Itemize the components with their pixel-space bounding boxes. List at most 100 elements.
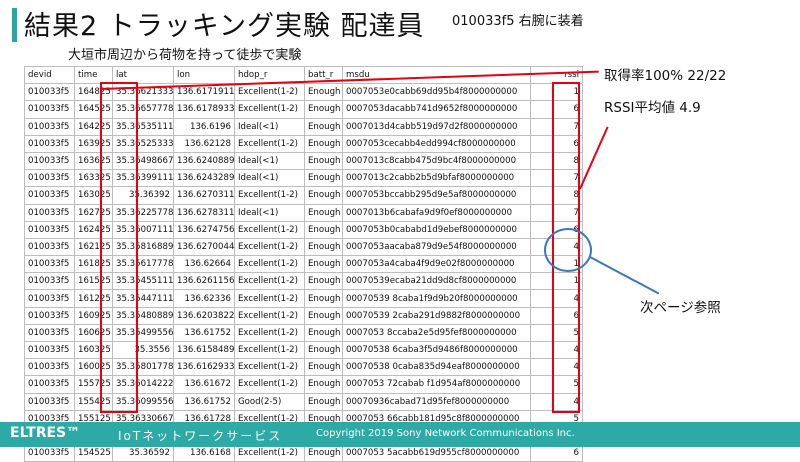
- cell-lon: 136.6261156: [173, 272, 235, 291]
- cell-devid: 010033f5: [24, 220, 75, 239]
- rssi-callout-line: [579, 126, 609, 190]
- cell-batt: Enough: [304, 306, 343, 325]
- cell-lon: 136.6168: [173, 444, 235, 462]
- cell-batt: Enough: [304, 186, 343, 205]
- cell-batt: Enough: [304, 358, 343, 377]
- cell-msdu: 0007013c2cabb2b5d9bfaf8000000000: [342, 169, 531, 188]
- cell-hdop: Excellent(1-2): [234, 237, 305, 257]
- cell-hdop: Ideal(<1): [234, 117, 305, 136]
- column-header-lon: lon: [173, 65, 235, 85]
- cell-batt: Enough: [304, 255, 343, 274]
- rssi-average-label: RSSI平均値 4.9: [604, 100, 701, 116]
- cell-lon: 136.6270311: [173, 186, 235, 205]
- table-row: 010033f5 154525 35.36592 136.6168 Excellent(…: [24, 444, 583, 462]
- cell-msdu: 0007013b6cabafa9d9f0ef8000000000: [342, 203, 531, 222]
- cell-msdu: 00070936cabad71d95fef8000000000: [342, 392, 531, 411]
- cell-hdop: Ideal(<1): [234, 169, 305, 188]
- cell-lon: 136.6162933: [173, 358, 235, 377]
- cell-rssi: 6: [530, 444, 583, 462]
- cell-msdu: 0007053 72cabab f1d954af8000000000: [342, 375, 531, 394]
- cell-lon: 136.6270044: [173, 237, 235, 257]
- cell-batt: Enough: [304, 272, 343, 291]
- cell-batt: Enough: [304, 83, 343, 102]
- page-title: 結果2 トラッキング実験 配達員: [24, 11, 425, 42]
- cell-msdu: 0007013d4cabb519d97d2f8000000000: [342, 117, 531, 136]
- cell-lon: 136.61672: [173, 375, 235, 394]
- next-page-callout-line: [589, 256, 660, 295]
- cell-batt: Enough: [304, 444, 343, 462]
- eltres-logo: ELTRES™: [10, 425, 81, 441]
- cell-hdop: Excellent(1-2): [234, 272, 305, 291]
- cell-msdu: 0007053e0cabb69dd95b4f8000000000: [342, 83, 531, 102]
- cell-hdop: Excellent(1-2): [234, 340, 305, 360]
- low-rssi-callout-ellipse: [544, 228, 592, 272]
- column-header-devid: devid: [24, 65, 75, 85]
- cell-devid: 010033f5: [24, 151, 75, 171]
- cell-msdu: 0007053cecabb4edd994cf8000000000: [342, 134, 531, 153]
- cell-msdu: 00070539 2caba291d9882f8000000000: [342, 306, 531, 325]
- cell-lon: 136.62664: [173, 255, 235, 274]
- cell-msdu: 00070538 6caba3f5d9486f8000000000: [342, 340, 531, 360]
- cell-hdop: Excellent(1-2): [234, 358, 305, 377]
- cell-lon: 136.62336: [173, 289, 235, 308]
- cell-batt: Enough: [304, 203, 343, 222]
- cell-devid: 010033f5: [24, 83, 75, 102]
- cell-batt: Enough: [304, 340, 343, 360]
- cell-devid: 010033f5: [24, 289, 75, 308]
- cell-devid: 010033f5: [24, 340, 75, 360]
- cell-msdu: 0007053aacaba879d9e54f8000000000: [342, 237, 531, 257]
- footer-bar: ELTRES™ IoTネットワークサービス Copyright 2019 Son…: [0, 422, 800, 447]
- cell-hdop: Excellent(1-2): [234, 134, 305, 153]
- cell-devid: 010033f5: [24, 255, 75, 274]
- cell-msdu: 0007053a4caba4f9d9e02f8000000000: [342, 255, 531, 274]
- cell-devid: 010033f5: [24, 375, 75, 394]
- next-page-note: 次ページ参照: [640, 300, 721, 316]
- cell-msdu: 0007053bccabb295d9e5af8000000000: [342, 186, 531, 205]
- cell-hdop: Excellent(1-2): [234, 323, 305, 343]
- cell-lon: 136.6274756: [173, 220, 235, 239]
- cell-hdop: Excellent(1-2): [234, 255, 305, 274]
- experiment-subtitle: 大垣市周辺から荷物を持って徒歩で実験: [68, 48, 302, 63]
- cell-hdop: Excellent(1-2): [234, 220, 305, 239]
- cell-batt: Enough: [304, 169, 343, 188]
- cell-devid: 010033f5: [24, 306, 75, 325]
- cell-hdop: Excellent(1-2): [234, 100, 305, 119]
- cell-hdop: Ideal(<1): [234, 203, 305, 222]
- cell-devid: 010033f5: [24, 169, 75, 188]
- cell-lon: 136.6278311: [173, 203, 235, 222]
- cell-lat: 35.36592: [112, 444, 174, 462]
- cell-lon: 136.6203822: [173, 306, 235, 325]
- cell-batt: Enough: [304, 151, 343, 171]
- cell-devid: 010033f5: [24, 186, 75, 205]
- cell-lon: 136.61752: [173, 392, 235, 411]
- cell-batt: Enough: [304, 392, 343, 411]
- cell-batt: Enough: [304, 100, 343, 119]
- cell-msdu: 00070538 0caba835d94eaf8000000000: [342, 358, 531, 377]
- cell-hdop: Excellent(1-2): [234, 306, 305, 325]
- cell-batt: Enough: [304, 220, 343, 239]
- cell-msdu: 00070539 8caba1f9d9b20f8000000000: [342, 289, 531, 308]
- cell-hdop: Excellent(1-2): [234, 289, 305, 308]
- cell-hdop: Ideal(<1): [234, 151, 305, 171]
- cell-batt: Enough: [304, 134, 343, 153]
- cell-time: 154525: [74, 444, 113, 462]
- cell-batt: Enough: [304, 323, 343, 343]
- cell-batt: Enough: [304, 289, 343, 308]
- cell-lon: 136.62128: [173, 134, 235, 153]
- acquisition-rate-label: 取得率100% 22/22: [604, 68, 727, 84]
- cell-batt: Enough: [304, 117, 343, 136]
- cell-lon: 136.6178933: [173, 100, 235, 119]
- cell-hdop: Good(2-5): [234, 392, 305, 411]
- cell-devid: 010033f5: [24, 134, 75, 153]
- cell-lon: 136.61752: [173, 323, 235, 343]
- cell-msdu: 0007053 5acabb619d955cf8000000000: [342, 444, 531, 462]
- time-column-highlight: [100, 82, 138, 413]
- cell-msdu: 0007053b0cababd1d9ebef8000000000: [342, 220, 531, 239]
- copyright-text: Copyright 2019 Sony Network Communicatio…: [316, 428, 575, 439]
- device-note: 010033f5 右腕に装着: [452, 14, 584, 29]
- cell-devid: 010033f5: [24, 444, 75, 462]
- cell-msdu: 0007013c8cabb475d9bc4f8000000000: [342, 151, 531, 171]
- title-accent-bar: [12, 8, 17, 42]
- cell-batt: Enough: [304, 375, 343, 394]
- cell-devid: 010033f5: [24, 237, 75, 257]
